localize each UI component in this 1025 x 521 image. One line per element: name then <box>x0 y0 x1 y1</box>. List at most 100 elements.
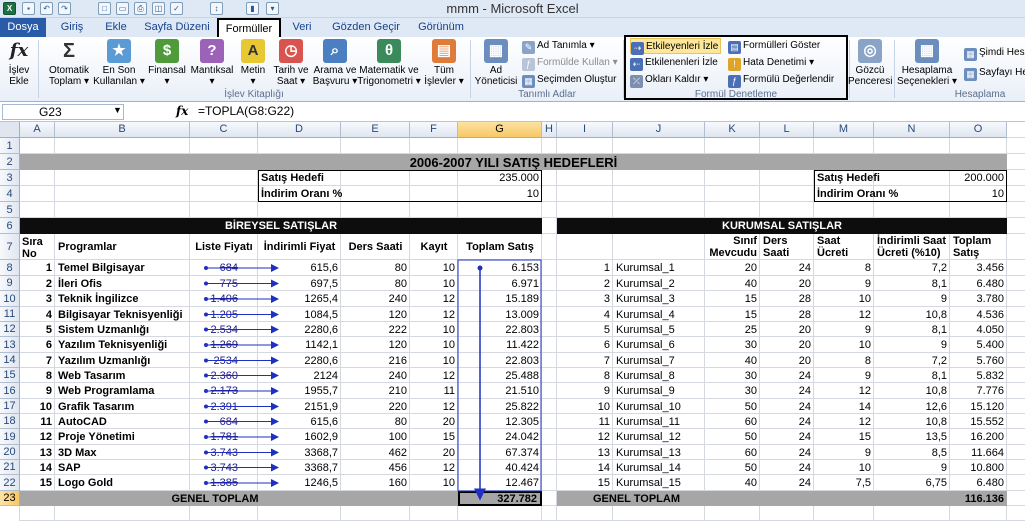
header-total[interactable]: Toplam Satış <box>458 234 542 260</box>
left-row-program[interactable]: Temel Bilgisayar <box>55 260 190 276</box>
left-row-hours[interactable]: 462 <box>341 445 410 460</box>
left-row-total[interactable]: 12.305 <box>458 414 542 429</box>
right-row-name[interactable]: Kurumsal_9 <box>613 383 705 399</box>
right-row-fee[interactable]: 12 <box>814 383 874 399</box>
calc-sheet-button[interactable]: ▦ Sayfayı He <box>964 65 1025 81</box>
right-row-no[interactable]: 13 <box>557 445 613 460</box>
column-header-h[interactable]: H <box>542 122 557 138</box>
row-header-23[interactable]: 23 <box>0 491 20 506</box>
right-row-name[interactable]: Kurumsal_8 <box>613 368 705 383</box>
left-row-registration[interactable]: 10 <box>410 475 458 491</box>
tab-view[interactable]: Görünüm <box>410 18 472 37</box>
right-row-hours[interactable]: 24 <box>760 260 814 276</box>
column-header-e[interactable]: E <box>341 122 410 138</box>
name-box[interactable]: G23 <box>2 104 124 120</box>
right-row-fee[interactable]: 9 <box>814 322 874 337</box>
left-row-disc-price[interactable]: 2280,6 <box>258 322 341 337</box>
datetime-button[interactable]: ◷ Tarih ve Saat ▾ <box>270 39 312 87</box>
right-row-disc-fee[interactable]: 9 <box>874 460 950 475</box>
left-target-label[interactable]: Satış Hedefi <box>258 170 410 186</box>
right-row-class-size[interactable]: 60 <box>705 414 760 429</box>
row-header-1[interactable]: 1 <box>0 138 20 154</box>
right-row-no[interactable]: 11 <box>557 414 613 429</box>
left-row-registration[interactable]: 12 <box>410 291 458 307</box>
left-row-total[interactable]: 67.374 <box>458 445 542 460</box>
left-row-disc-price[interactable]: 1142,1 <box>258 337 341 353</box>
left-row-no[interactable]: 9 <box>20 383 55 399</box>
right-row-no[interactable]: 5 <box>557 322 613 337</box>
left-row-registration[interactable]: 12 <box>410 460 458 475</box>
header-program[interactable]: Programlar <box>55 234 190 260</box>
row-header-7[interactable]: 7 <box>0 234 20 260</box>
left-row-list-price[interactable]: 2534 <box>190 353 258 368</box>
left-row-no[interactable]: 2 <box>20 276 55 291</box>
autosum-button[interactable]: Σ Otomatik Toplam ▾ <box>44 39 94 87</box>
right-row-total[interactable]: 16.200 <box>950 429 1007 445</box>
left-row-hours[interactable]: 220 <box>341 399 410 414</box>
right-row-no[interactable]: 2 <box>557 276 613 291</box>
header-class-size[interactable]: Sınıf Mevcudu <box>705 234 760 260</box>
right-row-no[interactable]: 3 <box>557 291 613 307</box>
right-row-disc-fee[interactable]: 12,6 <box>874 399 950 414</box>
row-header-19[interactable]: 19 <box>0 429 20 445</box>
right-row-disc-fee[interactable]: 7,2 <box>874 353 950 368</box>
left-total-value[interactable]: 327.782 <box>458 491 542 506</box>
right-total-label[interactable]: GENEL TOPLAM <box>557 491 705 506</box>
insert-function-button[interactable]: fx İşlev Ekle <box>3 39 35 87</box>
right-row-disc-fee[interactable]: 8,1 <box>874 368 950 383</box>
right-row-disc-fee[interactable]: 13,5 <box>874 429 950 445</box>
right-row-disc-fee[interactable]: 8,1 <box>874 276 950 291</box>
right-row-no[interactable]: 15 <box>557 475 613 491</box>
right-row-fee[interactable]: 10 <box>814 460 874 475</box>
right-row-total[interactable]: 6.480 <box>950 276 1007 291</box>
column-header-d[interactable]: D <box>258 122 341 138</box>
header-no[interactable]: Sıra No <box>20 234 55 260</box>
row-header-14[interactable]: 14 <box>0 353 20 368</box>
left-row-disc-price[interactable]: 2280,6 <box>258 353 341 368</box>
watch-window-button[interactable]: ◎ Gözcü Penceresi <box>848 39 892 87</box>
right-target-label[interactable]: Satış Hedefi <box>814 170 950 186</box>
column-header-c[interactable]: C <box>190 122 258 138</box>
row-header-15[interactable]: 15 <box>0 368 20 383</box>
left-row-disc-price[interactable]: 697,5 <box>258 276 341 291</box>
right-row-no[interactable]: 10 <box>557 399 613 414</box>
left-row-no[interactable]: 4 <box>20 307 55 322</box>
right-row-class-size[interactable]: 15 <box>705 307 760 322</box>
left-row-registration[interactable]: 20 <box>410 445 458 460</box>
right-row-class-size[interactable]: 50 <box>705 429 760 445</box>
right-row-class-size[interactable]: 20 <box>705 260 760 276</box>
right-row-total[interactable]: 6.480 <box>950 475 1007 491</box>
name-manager-button[interactable]: ▦ Ad Yöneticisi <box>474 39 518 87</box>
left-row-list-price[interactable]: 1.269 <box>190 337 258 353</box>
tab-home[interactable]: Giriş <box>50 18 94 37</box>
right-row-class-size[interactable]: 60 <box>705 445 760 460</box>
tab-page-layout[interactable]: Sayfa Düzeni <box>140 18 214 37</box>
header-registration[interactable]: Kayıt <box>410 234 458 260</box>
calc-now-button[interactable]: ▦Şimdi Hesa <box>964 45 1025 61</box>
left-row-no[interactable]: 14 <box>20 460 55 475</box>
row-header-8[interactable]: 8 <box>0 260 20 276</box>
left-row-total[interactable]: 22.803 <box>458 322 542 337</box>
right-row-hours[interactable]: 20 <box>760 276 814 291</box>
left-row-program[interactable]: SAP <box>55 460 190 475</box>
right-row-fee[interactable]: 14 <box>814 399 874 414</box>
left-row-registration[interactable]: 11 <box>410 383 458 399</box>
left-row-list-price[interactable]: 684 <box>190 260 258 276</box>
right-row-name[interactable]: Kurumsal_7 <box>613 353 705 368</box>
right-row-class-size[interactable]: 40 <box>705 276 760 291</box>
left-row-program[interactable]: İleri Ofis <box>55 276 190 291</box>
left-row-hours[interactable]: 120 <box>341 307 410 322</box>
right-row-class-size[interactable]: 50 <box>705 460 760 475</box>
right-row-total[interactable]: 4.536 <box>950 307 1007 322</box>
right-row-hours[interactable]: 24 <box>760 368 814 383</box>
header-right-total[interactable]: Toplam Satış <box>950 234 1007 260</box>
right-row-disc-fee[interactable]: 8,5 <box>874 445 950 460</box>
row-header-20[interactable]: 20 <box>0 445 20 460</box>
row-header-4[interactable]: 4 <box>0 186 20 202</box>
right-row-hours[interactable]: 28 <box>760 307 814 322</box>
left-row-list-price[interactable]: 1.406 <box>190 291 258 307</box>
left-target-value[interactable]: 235.000 <box>458 170 542 186</box>
left-row-list-price[interactable]: 2.173 <box>190 383 258 399</box>
left-row-disc-price[interactable]: 2124 <box>258 368 341 383</box>
left-row-registration[interactable]: 15 <box>410 429 458 445</box>
